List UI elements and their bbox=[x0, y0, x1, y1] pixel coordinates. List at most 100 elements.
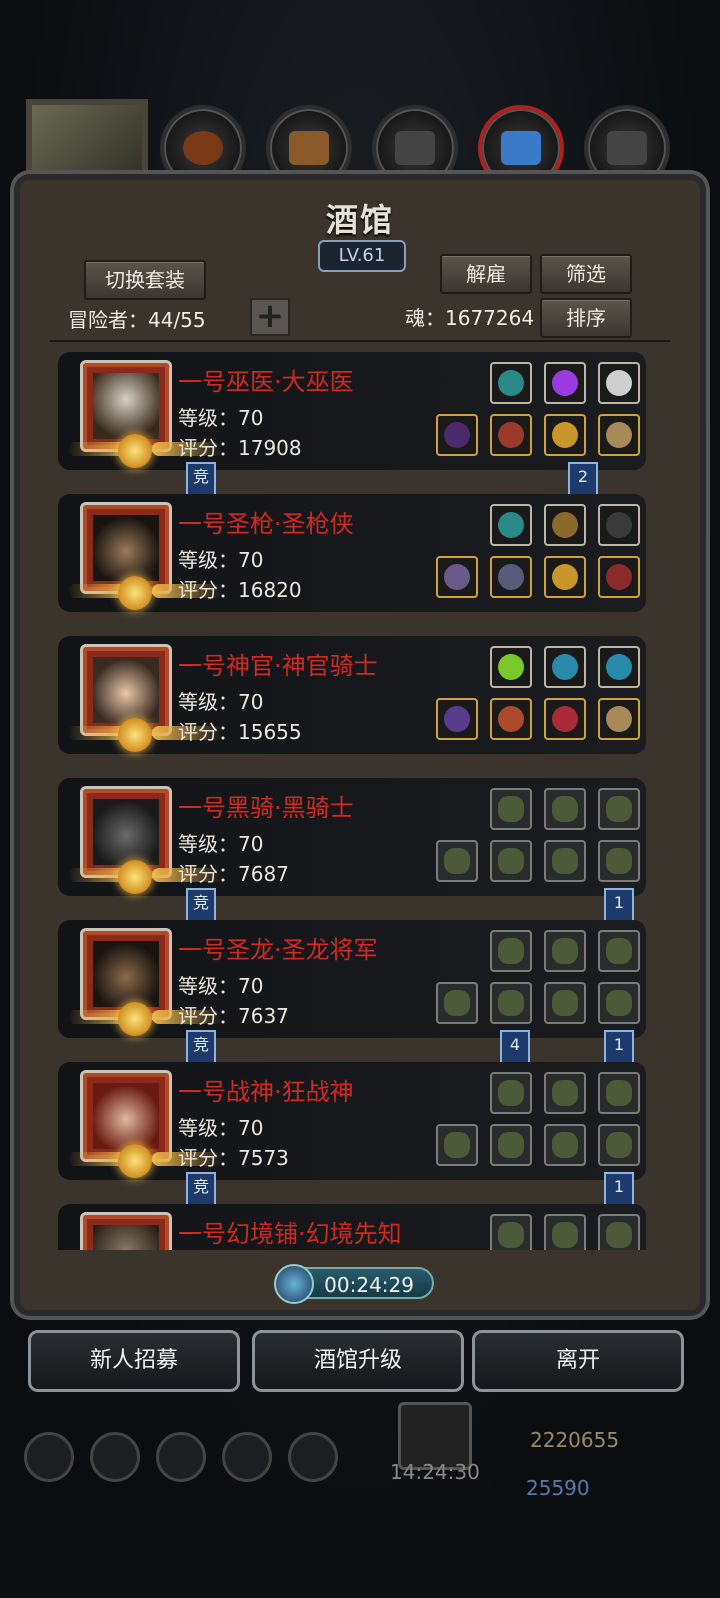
arena-tag: 竞 bbox=[186, 1030, 216, 1064]
count-tag: 1 bbox=[604, 888, 634, 922]
rune-slot-icon[interactable] bbox=[490, 504, 532, 546]
rank-medal-icon bbox=[118, 860, 152, 894]
hero-level: 等级：70 bbox=[178, 832, 264, 856]
empty-slot-icon[interactable] bbox=[598, 1072, 640, 1114]
rank-medal-icon bbox=[118, 718, 152, 752]
switch-outfit-button[interactable]: 切换套装 bbox=[84, 260, 206, 300]
empty-slot-icon[interactable] bbox=[490, 930, 532, 972]
leave-button[interactable]: 离开 bbox=[472, 1330, 684, 1392]
stone-slot-icon[interactable] bbox=[598, 646, 640, 688]
scroll-category-icon[interactable] bbox=[266, 105, 352, 191]
empty-slot-icon[interactable] bbox=[544, 840, 586, 882]
empty-slot-icon[interactable] bbox=[436, 982, 478, 1024]
weapon-slot-icon[interactable] bbox=[436, 414, 478, 456]
rank-medal-icon bbox=[118, 1144, 152, 1178]
empty-slot-icon[interactable] bbox=[490, 982, 532, 1024]
hero-score: 评分：16820 bbox=[178, 578, 302, 602]
hero-card[interactable]: 一号圣龙·圣龙将军 等级：70 评分：7637 bbox=[58, 920, 646, 1038]
add-slot-button[interactable]: + bbox=[250, 298, 290, 336]
gauntlet-slot-icon[interactable] bbox=[598, 414, 640, 456]
empty-slot-icon[interactable] bbox=[598, 1124, 640, 1166]
empty-slot-icon[interactable] bbox=[490, 788, 532, 830]
empty-slot-icon[interactable] bbox=[598, 840, 640, 882]
adventurer-count: 冒险者：44/55 bbox=[68, 308, 206, 332]
rank-medal-icon bbox=[118, 1002, 152, 1036]
hero-level: 等级：70 bbox=[178, 1116, 264, 1140]
empty-slot-icon[interactable] bbox=[598, 788, 640, 830]
rune-slot-icon[interactable] bbox=[490, 362, 532, 404]
hero-level: 等级：70 bbox=[178, 406, 264, 430]
mail-icon[interactable] bbox=[222, 1432, 272, 1482]
empty-slot-icon[interactable] bbox=[544, 982, 586, 1024]
gauntlet-slot-icon[interactable] bbox=[598, 698, 640, 740]
hero-level: 等级：70 bbox=[178, 690, 264, 714]
sort-button[interactable]: 排序 bbox=[540, 298, 632, 338]
dismiss-button[interactable]: 解雇 bbox=[440, 254, 532, 294]
empty-slot-icon[interactable] bbox=[436, 840, 478, 882]
vial-slot-icon[interactable] bbox=[490, 646, 532, 688]
empty-slot-icon[interactable] bbox=[544, 1214, 586, 1250]
panel-title: 酒馆 bbox=[325, 201, 394, 239]
hero-list[interactable]: 一号巫医·大巫医 等级：70 评分：17908 竞 2 一号圣枪·圣枪侠 等级：… bbox=[50, 350, 650, 1250]
hero-level: 等级：70 bbox=[178, 548, 264, 572]
stone-slot-icon[interactable] bbox=[544, 646, 586, 688]
rank-medal-icon bbox=[118, 434, 152, 468]
filter-button[interactable]: 筛选 bbox=[540, 254, 632, 294]
hero-name: 一号神官·神官骑士 bbox=[178, 652, 378, 680]
hero-name: 一号战神·狂战神 bbox=[178, 1078, 354, 1106]
settings-icon[interactable] bbox=[24, 1432, 74, 1482]
armor-category-icon[interactable] bbox=[372, 105, 458, 191]
empty-slot-icon[interactable] bbox=[490, 1072, 532, 1114]
empty-slot-icon[interactable] bbox=[490, 1214, 532, 1250]
upgrade-tavern-button[interactable]: 酒馆升级 bbox=[252, 1330, 464, 1392]
chest-slot-icon[interactable] bbox=[490, 556, 532, 598]
anvil-category-icon[interactable] bbox=[584, 105, 670, 191]
staff-slot-icon[interactable] bbox=[544, 504, 586, 546]
rank-icon[interactable] bbox=[90, 1432, 140, 1482]
recruit-button[interactable]: 新人招募 bbox=[28, 1330, 240, 1392]
hero-name: 一号圣龙·圣龙将军 bbox=[178, 936, 378, 964]
empty-slot-icon[interactable] bbox=[544, 930, 586, 972]
crest-slot-icon[interactable] bbox=[598, 362, 640, 404]
empty-slot-icon[interactable] bbox=[544, 1072, 586, 1114]
armor-slot-icon[interactable] bbox=[490, 698, 532, 740]
hero-card[interactable]: 一号战神·狂战神 等级：70 评分：7573 bbox=[58, 1062, 646, 1180]
empty-slot-icon[interactable] bbox=[490, 1124, 532, 1166]
hero-card[interactable]: 一号幻境铺·幻境先知 bbox=[58, 1204, 646, 1250]
game-clock: 14:24:30 bbox=[390, 1460, 480, 1484]
hero-level: 等级：70 bbox=[178, 974, 264, 998]
empty-slot-icon[interactable] bbox=[544, 1124, 586, 1166]
hero-card[interactable]: 一号圣枪·圣枪侠 等级：70 评分：16820 bbox=[58, 494, 646, 612]
gem-amount: 25590 bbox=[526, 1476, 590, 1500]
amethyst-slot-icon[interactable] bbox=[544, 362, 586, 404]
soul-count: 魂：1677264 bbox=[405, 306, 535, 330]
hero-name: 一号圣枪·圣枪侠 bbox=[178, 510, 354, 538]
empty-slot-icon[interactable] bbox=[544, 788, 586, 830]
empty-slot-icon[interactable] bbox=[598, 930, 640, 972]
helm-slot-icon[interactable] bbox=[544, 556, 586, 598]
hero-card[interactable]: 一号巫医·大巫医 等级：70 评分：17908 bbox=[58, 352, 646, 470]
panel-title-box: 酒馆 bbox=[305, 195, 415, 241]
hero-card[interactable]: 一号神官·神官骑士 等级：70 评分：15655 bbox=[58, 636, 646, 754]
hero-score: 评分：17908 bbox=[178, 436, 302, 460]
hero-score: 评分：7573 bbox=[178, 1146, 289, 1170]
empty-slot-icon[interactable] bbox=[598, 982, 640, 1024]
scepter-slot-icon[interactable] bbox=[436, 698, 478, 740]
stone-slot-icon[interactable] bbox=[598, 504, 640, 546]
spear-slot-icon[interactable] bbox=[436, 556, 478, 598]
empty-slot-icon[interactable] bbox=[490, 840, 532, 882]
hero-score: 评分：7687 bbox=[178, 862, 289, 886]
empty-slot-icon[interactable] bbox=[436, 1124, 478, 1166]
empty-slot-icon[interactable] bbox=[598, 1214, 640, 1250]
rank-medal-icon bbox=[118, 576, 152, 610]
crystal-category-icon[interactable] bbox=[478, 105, 564, 191]
ring-slot-icon[interactable] bbox=[544, 414, 586, 456]
potion-category-icon[interactable] bbox=[160, 105, 246, 191]
guild-icon[interactable] bbox=[156, 1432, 206, 1482]
potion-slot-icon[interactable] bbox=[544, 698, 586, 740]
map-icon[interactable] bbox=[288, 1432, 338, 1482]
armor-slot-icon[interactable] bbox=[490, 414, 532, 456]
hero-name: 一号黑骑·黑骑士 bbox=[178, 794, 354, 822]
hero-card[interactable]: 一号黑骑·黑骑士 等级：70 评分：7687 bbox=[58, 778, 646, 896]
beast-slot-icon[interactable] bbox=[598, 556, 640, 598]
